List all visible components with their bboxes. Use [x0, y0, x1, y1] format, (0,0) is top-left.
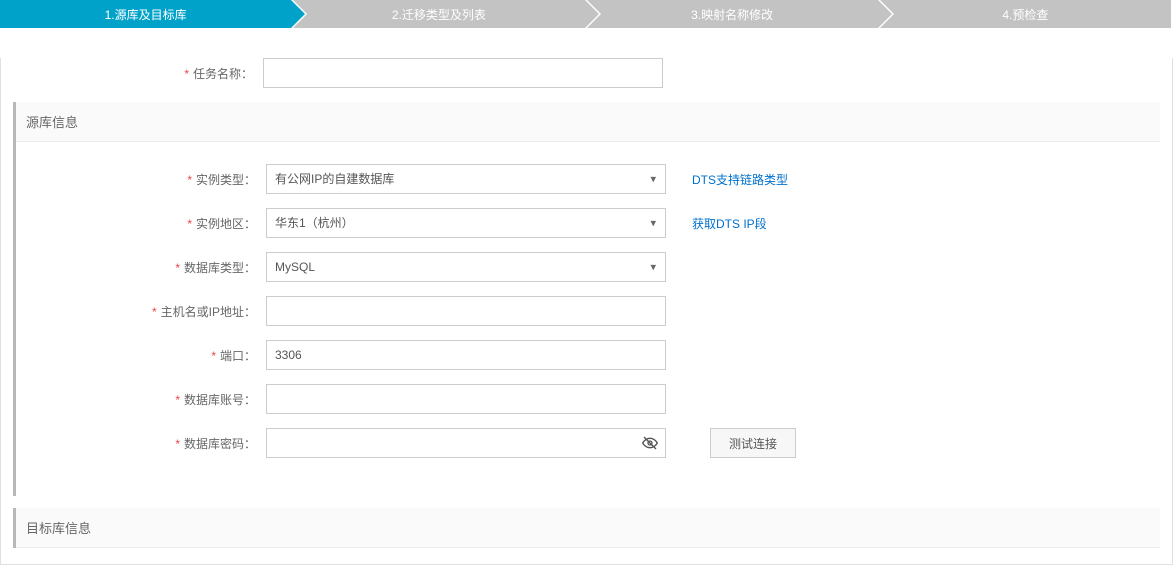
step-1-source-target[interactable]: 1.源库及目标库: [0, 0, 291, 28]
required-mark: *: [187, 173, 192, 187]
required-mark: *: [211, 349, 216, 363]
db-type-label: *数据库类型：: [16, 259, 266, 276]
step-label: 4.预检查: [1002, 6, 1048, 23]
instance-type-field: *实例类型： 有公网IP的自建数据库 DTS支持链路类型: [16, 164, 1160, 194]
dts-ip-range-link[interactable]: 获取DTS IP段: [692, 217, 767, 231]
task-name-field: *任务名称：: [13, 58, 1160, 88]
account-label: *数据库账号：: [16, 391, 266, 408]
step-3-mapping[interactable]: 3.映射名称修改: [587, 0, 878, 28]
region-label: *实例地区：: [16, 215, 266, 232]
step-bar: 1.源库及目标库 2.迁移类型及列表 3.映射名称修改 4.预检查: [0, 0, 1173, 28]
required-mark: *: [175, 261, 180, 275]
host-input[interactable]: [266, 296, 666, 326]
required-mark: *: [187, 217, 192, 231]
password-label: *数据库密码：: [16, 435, 266, 452]
host-field: *主机名或IP地址：: [16, 296, 1160, 326]
target-section-title: 目标库信息: [16, 508, 1160, 548]
db-type-select[interactable]: MySQL: [266, 252, 666, 282]
source-section-title: 源库信息: [16, 102, 1160, 142]
task-name-label: *任务名称：: [13, 65, 263, 82]
account-field: *数据库账号：: [16, 384, 1160, 414]
account-input[interactable]: [266, 384, 666, 414]
required-mark: *: [175, 393, 180, 407]
required-mark: *: [152, 305, 157, 319]
required-mark: *: [184, 67, 189, 81]
task-name-input[interactable]: [263, 58, 663, 88]
instance-type-label: *实例类型：: [16, 171, 266, 188]
port-field: *端口：: [16, 340, 1160, 370]
dts-link-types-link[interactable]: DTS支持链路类型: [692, 173, 788, 187]
required-mark: *: [175, 437, 180, 451]
test-connection-button[interactable]: 测试连接: [710, 428, 796, 458]
target-db-section: 目标库信息: [13, 508, 1160, 548]
step-4-precheck[interactable]: 4.预检查: [880, 0, 1171, 28]
step-label: 1.源库及目标库: [105, 6, 187, 23]
region-select[interactable]: 华东1（杭州）: [266, 208, 666, 238]
instance-type-select[interactable]: 有公网IP的自建数据库: [266, 164, 666, 194]
step-label: 3.映射名称修改: [691, 6, 773, 23]
region-field: *实例地区： 华东1（杭州） 获取DTS IP段: [16, 208, 1160, 238]
password-input[interactable]: [266, 428, 666, 458]
host-label: *主机名或IP地址：: [16, 303, 266, 320]
step-2-migration-type[interactable]: 2.迁移类型及列表: [293, 0, 584, 28]
toggle-password-visibility-icon[interactable]: [642, 435, 658, 451]
step-label: 2.迁移类型及列表: [392, 6, 486, 23]
password-field: *数据库密码： 测试连接: [16, 428, 1160, 458]
port-input[interactable]: [266, 340, 666, 370]
source-db-section: 源库信息 *实例类型： 有公网IP的自建数据库 DTS支持链路类型 *实例地区：: [13, 102, 1160, 496]
db-type-field: *数据库类型： MySQL: [16, 252, 1160, 282]
port-label: *端口：: [16, 347, 266, 364]
